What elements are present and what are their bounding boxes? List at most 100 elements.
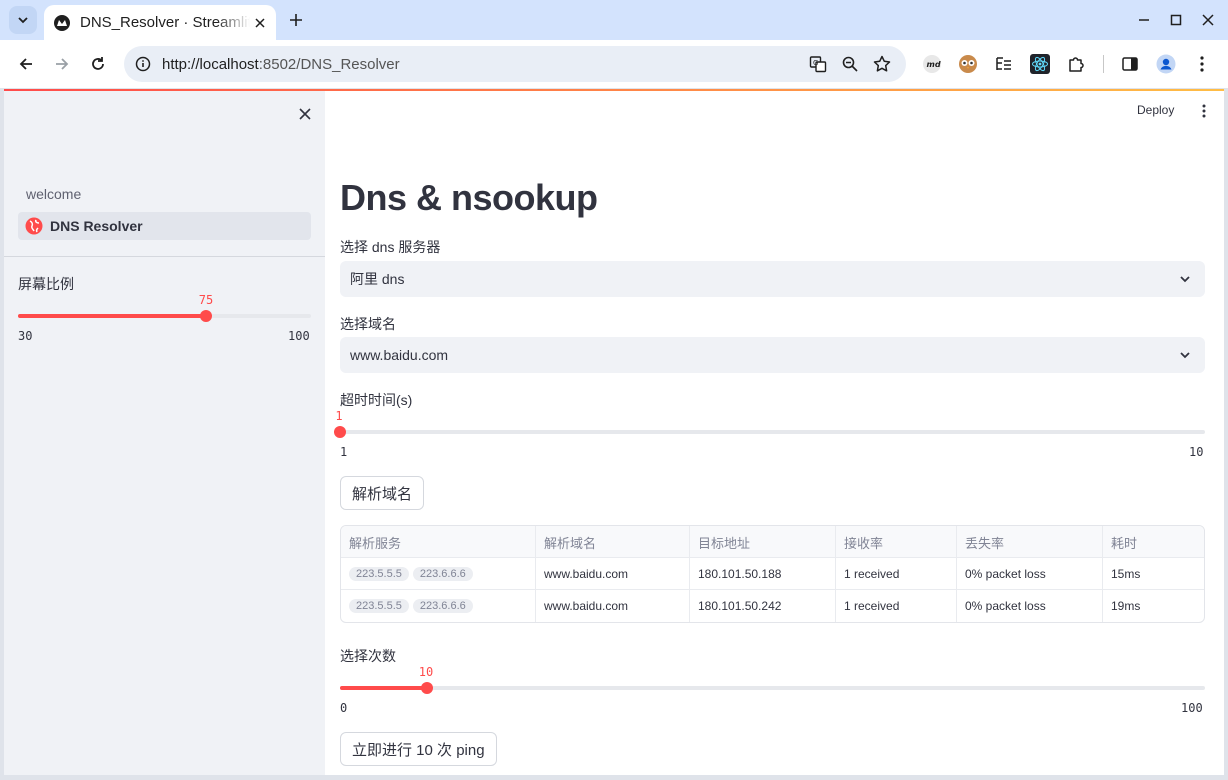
minimize-button[interactable] [1132, 8, 1156, 32]
results-table: 解析服务 解析域名 目标地址 接收率 丢失率 耗时 223.5.5.5 223.… [340, 525, 1205, 623]
new-tab-button[interactable] [284, 8, 308, 32]
table-row[interactable]: 223.5.5.5 223.6.6.6 www.baidu.com 180.10… [341, 590, 1204, 622]
chevron-down-icon [18, 17, 28, 24]
owl-icon[interactable] [957, 53, 979, 75]
column-header[interactable]: 目标地址 [690, 526, 836, 558]
slider-fill [18, 314, 207, 318]
outline-icon[interactable] [993, 53, 1015, 75]
dns-server-select[interactable]: 阿里 dns [340, 261, 1205, 297]
slider-thumb[interactable] [334, 426, 346, 438]
main-content: Deploy Dns & nsookup 选择 dns 服务器 阿里 dns 选… [325, 91, 1224, 775]
time-cell: 19ms [1111, 599, 1141, 613]
app-menu-button[interactable] [1197, 103, 1211, 119]
column-header[interactable]: 丢失率 [957, 526, 1103, 558]
column-header[interactable]: 解析服务 [341, 526, 536, 558]
bookmark-star-icon[interactable] [872, 54, 892, 74]
react-icon[interactable] [1029, 53, 1051, 75]
close-tab-icon[interactable] [250, 13, 270, 33]
server-pill: 223.6.6.6 [412, 599, 473, 613]
sidebar-item-label: DNS Resolver [50, 218, 143, 234]
chevron-down-icon [1177, 271, 1193, 287]
screen-ratio-slider[interactable] [18, 310, 311, 322]
globe-icon [25, 217, 43, 235]
address-cell: 180.101.50.188 [690, 558, 836, 590]
loss-cell: 0% packet loss [957, 558, 1103, 590]
screen-ratio-value: 75 [198, 293, 214, 307]
server-pill: 223.5.5.5 [349, 567, 409, 581]
minimize-icon [1139, 19, 1149, 21]
streamlit-favicon-icon [54, 14, 70, 31]
server-pill: 223.5.5.5 [349, 599, 409, 613]
more-vertical-icon [1202, 104, 1206, 118]
count-value: 10 [418, 665, 434, 679]
domain-cell: www.baidu.com [536, 558, 690, 590]
deploy-button[interactable]: Deploy [1137, 103, 1174, 117]
count-slider[interactable] [340, 682, 1205, 694]
zoom-icon[interactable] [840, 54, 860, 74]
tab-search-button[interactable] [9, 6, 37, 34]
table-header-row: 解析服务 解析域名 目标地址 接收率 丢失率 耗时 [341, 526, 1204, 558]
slider-min-label: 0 [340, 701, 348, 715]
servers-cell: 223.5.5.5 223.6.6.6 [341, 558, 536, 590]
dns-server-value: 阿里 dns [350, 271, 405, 287]
slider-max-label: 100 [1181, 701, 1203, 715]
tab-strip: DNS_Resolver · Streamlit [0, 0, 1228, 40]
domain-select[interactable]: www.baidu.com [340, 337, 1205, 373]
chevron-down-icon [1177, 347, 1193, 363]
slider-min-label: 1 [340, 445, 348, 459]
tab-title: DNS_Resolver · Streamlit [80, 14, 250, 31]
slider-thumb[interactable] [420, 682, 433, 694]
ping-button[interactable]: 立即进行 10 次 ping [340, 732, 497, 766]
close-sidebar-button[interactable] [296, 105, 314, 123]
arrow-right-icon [56, 58, 69, 70]
slider-max-label: 10 [1189, 445, 1204, 459]
maximize-button[interactable] [1164, 8, 1188, 32]
slider-thumb[interactable] [200, 310, 213, 322]
maximize-icon [1170, 14, 1182, 26]
table-row[interactable]: 223.5.5.5 223.6.6.6 www.baidu.com 180.10… [341, 558, 1204, 590]
svg-text:md: md [927, 60, 941, 69]
time-cell: 15ms [1111, 567, 1141, 581]
address-bar[interactable]: http://localhost:8502/DNS_Resolver G [124, 46, 906, 82]
site-info-icon[interactable] [134, 55, 152, 73]
timeout-value: 1 [335, 409, 343, 423]
svg-text:G: G [813, 59, 818, 67]
loss-cell: 0% packet loss [957, 590, 1103, 622]
side-panel-icon[interactable] [1119, 53, 1141, 75]
close-icon [1202, 14, 1214, 26]
url-text[interactable]: http://localhost:8502/DNS_Resolver [162, 56, 400, 73]
puzzle-icon[interactable] [1065, 53, 1087, 75]
server-pill: 223.6.6.6 [412, 567, 473, 581]
sidebar-divider [4, 256, 325, 257]
active-tab[interactable]: DNS_Resolver · Streamlit [44, 5, 276, 40]
sidebar: welcome DNS Resolver 屏幕比例 75 30 100 [4, 91, 325, 775]
servers-cell: 223.5.5.5 223.6.6.6 [341, 590, 536, 622]
browser-menu-icon[interactable] [1191, 53, 1213, 75]
count-label: 选择次数 [340, 648, 396, 664]
close-icon [299, 108, 311, 120]
column-header[interactable]: 耗时 [1103, 526, 1204, 558]
resolve-domain-button[interactable]: 解析域名 [340, 476, 425, 510]
sidebar-item-welcome[interactable]: welcome [26, 186, 81, 202]
reload-button[interactable] [86, 52, 110, 76]
profile-avatar-icon[interactable] [1155, 53, 1177, 75]
column-header[interactable]: 解析域名 [536, 526, 690, 558]
column-header[interactable]: 接收率 [836, 526, 957, 558]
toolbar-separator [1103, 55, 1104, 73]
address-cell: 180.101.50.242 [690, 590, 836, 622]
domain-value: www.baidu.com [350, 347, 449, 363]
screen-ratio-label: 屏幕比例 [18, 276, 74, 292]
domain-cell: www.baidu.com [536, 590, 690, 622]
close-window-button[interactable] [1196, 8, 1220, 32]
slider-min-label: 30 [18, 329, 33, 343]
page-title: Dns & nsookup [340, 177, 598, 218]
back-button[interactable] [14, 52, 38, 76]
translate-icon[interactable]: G [808, 54, 828, 74]
timeout-label: 超时时间(s) [340, 392, 413, 408]
browser-toolbar: http://localhost:8502/DNS_Resolver G md [0, 40, 1228, 88]
timeout-slider[interactable] [334, 426, 1205, 438]
md-icon[interactable]: md [921, 53, 943, 75]
sidebar-item-dns-resolver[interactable]: DNS Resolver [18, 212, 311, 240]
plus-icon [290, 14, 302, 26]
forward-button[interactable] [50, 52, 74, 76]
